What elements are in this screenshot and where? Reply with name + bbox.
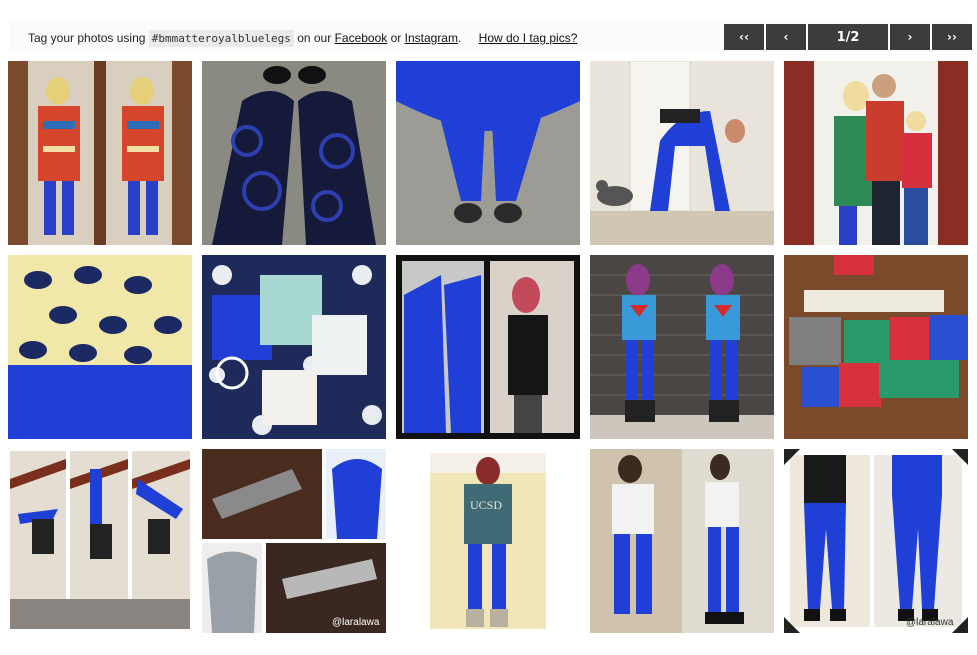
page-indicator: 1/2 [808, 24, 888, 50]
photo-grid: @laralawa UCSD @laralawa [8, 61, 968, 633]
photo-mirror-selfie-sweater [8, 61, 192, 245]
prev-page-button[interactable]: ‹ [766, 24, 806, 50]
photo-tile[interactable] [8, 61, 192, 245]
photo-tile[interactable] [8, 255, 192, 439]
photo-collage-leggings-chair: @laralawa [202, 449, 386, 633]
watermark-text: @laralawa [906, 617, 954, 628]
photo-tile[interactable] [396, 255, 580, 439]
facebook-link[interactable]: Facebook [335, 31, 388, 45]
on-our-text: on our [297, 31, 332, 45]
photo-tile[interactable] [590, 255, 774, 439]
next-page-button[interactable]: › [890, 24, 930, 50]
photo-tile[interactable] [590, 449, 774, 633]
tag-instructions: Tag your photos using #bmmatteroyalbluel… [28, 30, 578, 47]
how-to-tag-link[interactable]: How do I tag pics? [479, 31, 578, 45]
svg-text:UCSD: UCSD [470, 498, 502, 512]
instagram-link[interactable]: Instagram [405, 31, 458, 45]
photo-tile[interactable] [8, 449, 192, 633]
photo-patterned-leggings [202, 61, 386, 245]
or-text: or [390, 31, 402, 45]
photo-handstand-stairs [8, 449, 192, 633]
photo-tile[interactable] [784, 255, 968, 439]
pagination: ‹‹ ‹ 1/2 › ›› [724, 24, 972, 50]
photo-tile[interactable] [784, 61, 968, 245]
photo-tile[interactable] [590, 61, 774, 245]
first-page-button[interactable]: ‹‹ [724, 24, 764, 50]
photo-yoga-backbend-cat [590, 61, 774, 245]
photo-heels-blue-leggings: @laralawa [784, 449, 968, 633]
photo-hoodie-blue-leggings: UCSD [396, 449, 580, 633]
photo-folded-leggings-colors [784, 255, 968, 439]
photo-tile[interactable]: UCSD [396, 449, 580, 633]
photo-elephant-print-top [8, 255, 192, 439]
tag-prefix-text: Tag your photos using [28, 31, 146, 45]
photo-flatlay-floral [202, 255, 386, 439]
photo-split-legs-selfie [396, 255, 580, 439]
hashtag-label: #bmmatteroyalbluelegs [148, 30, 294, 47]
photo-tile[interactable] [396, 61, 580, 245]
photo-tile[interactable]: @laralawa [202, 449, 386, 633]
last-page-button[interactable]: ›› [932, 24, 972, 50]
photo-tile[interactable] [202, 255, 386, 439]
photo-tile[interactable]: @laralawa [784, 449, 968, 633]
photo-tile[interactable] [202, 61, 386, 245]
photo-family-sweaters [784, 61, 968, 245]
photo-blue-leggings-flats [396, 61, 580, 245]
photo-two-pose-leggings [590, 449, 774, 633]
period-text: . [457, 31, 462, 45]
photo-superman-tops [590, 255, 774, 439]
watermark-text: @laralawa [332, 617, 380, 628]
